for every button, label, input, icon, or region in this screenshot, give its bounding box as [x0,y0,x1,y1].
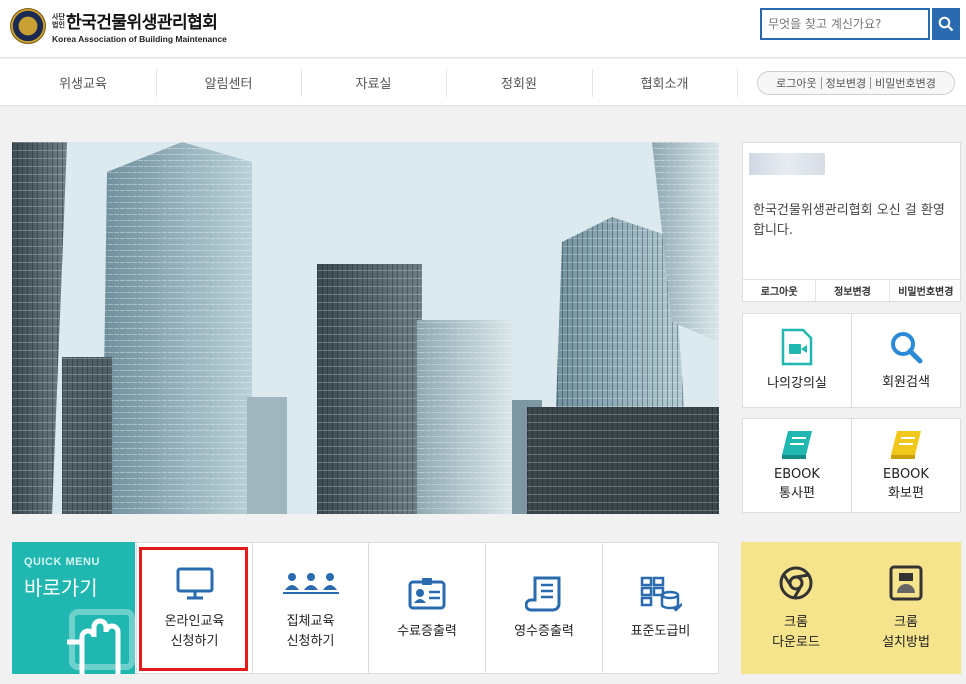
chrome-install-label-1: 크롬 [894,615,918,630]
group-people-icon [282,573,339,594]
my-classroom-label: 나의강의실 [767,376,827,391]
ebook-hwabo-label-2: 화보편 [888,485,924,501]
group-education-label-1: 집체교육 [286,614,335,629]
chrome-download-label-1: 크롬 [784,615,808,630]
video-file-icon [781,328,813,366]
ebook-tongsa-tile[interactable]: EBOOK 통사편 [742,418,852,513]
hero-banner-image [12,142,719,514]
ebook-tongsa-label-2: 통사편 [779,485,815,501]
book-icon [782,430,812,459]
highlight-box [139,547,248,671]
standard-contract-fee-label: 표준도급비 [630,624,691,639]
book-icon [891,430,921,459]
search-button[interactable] [932,8,960,40]
nav-edit-info-link[interactable]: 정보변경 [826,75,866,91]
magnifier-icon [891,332,923,364]
nav-item-about[interactable]: 협회소개 [592,59,737,106]
welcome-message: 한국건물위생관리협회 오신 걸 환영합니다. [753,203,945,238]
ebook-hwabo-tile[interactable]: EBOOK 화보편 [851,418,961,513]
receipt-print-label: 영수증출력 [514,624,574,639]
nav-item-notice[interactable]: 알림센터 [156,59,301,106]
nav-item-members[interactable]: 정회원 [446,59,592,106]
member-info-panel: 한국건물위생관리협회 오신 걸 환영합니다. 로그아웃 정보변경 비밀번호변경 [742,142,962,302]
member-links: 로그아웃 정보변경 비밀번호변경 [743,279,962,301]
group-education-apply[interactable]: 집체교육 신청하기 [252,542,369,674]
quick-menu-banner: QUICK MENU 바로가기 [12,542,135,674]
table-database-icon [640,576,682,612]
logo-legal-tag: 사단 법인 [52,12,65,29]
member-search-tile[interactable]: 회원검색 [851,313,961,408]
chrome-install-guide-tile[interactable]: 크롬 설치방법 [851,542,961,674]
logout-link[interactable]: 로그아웃 [743,280,817,301]
skyscrapers-illustration [12,142,719,514]
nav-divider [737,69,738,97]
logo-title-en: Korea Association of Building Maintenanc… [52,34,227,44]
ebook-hwabo-label-1: EBOOK [883,466,929,482]
main-nav: 위생교육 알림센터 자료실 정회원 협회소개 로그아웃 정보변경 비밀번호변경 [0,59,966,106]
nav-user-links: 로그아웃 정보변경 비밀번호변경 [757,71,955,95]
association-seal-icon [10,8,46,44]
chrome-install-label-2: 설치방법 [882,635,930,650]
receipt-scroll-icon [525,576,561,612]
search-bar [760,8,960,40]
user-name-blurred [749,153,825,175]
receipt-print[interactable]: 영수증출력 [485,542,603,674]
nav-logout-link[interactable]: 로그아웃 [776,75,816,91]
installer-icon [889,565,923,601]
member-search-label: 회원검색 [882,375,930,390]
header: 사단 법인 한국건물위생관리협회 Korea Association of Bu… [0,0,966,58]
chrome-icon [779,566,813,600]
standard-contract-fee[interactable]: 표준도급비 [602,542,719,674]
edit-info-link[interactable]: 정보변경 [816,280,890,301]
nav-change-password-link[interactable]: 비밀번호변경 [875,75,936,91]
chrome-download-tile[interactable]: 크롬 다운로드 [741,542,851,674]
change-password-link[interactable]: 비밀번호변경 [890,280,962,301]
certificate-print-label: 수료증출력 [397,624,457,639]
site-logo[interactable]: 사단 법인 한국건물위생관리협회 Korea Association of Bu… [10,8,227,44]
ebook-tongsa-label-1: EBOOK [774,466,820,482]
logo-title-ko: 한국건물위생관리협회 [66,13,218,33]
hand-click-icon [67,609,135,674]
id-card-icon [408,578,446,610]
nav-item-archive[interactable]: 자료실 [301,59,446,106]
group-education-label-2: 신청하기 [286,634,335,649]
certificate-print[interactable]: 수료증출력 [368,542,486,674]
search-input[interactable] [760,8,930,40]
search-icon [938,16,954,32]
my-classroom-tile[interactable]: 나의강의실 [742,313,852,408]
nav-item-education[interactable]: 위생교육 [10,59,156,106]
chrome-download-label-2: 다운로드 [772,635,820,650]
